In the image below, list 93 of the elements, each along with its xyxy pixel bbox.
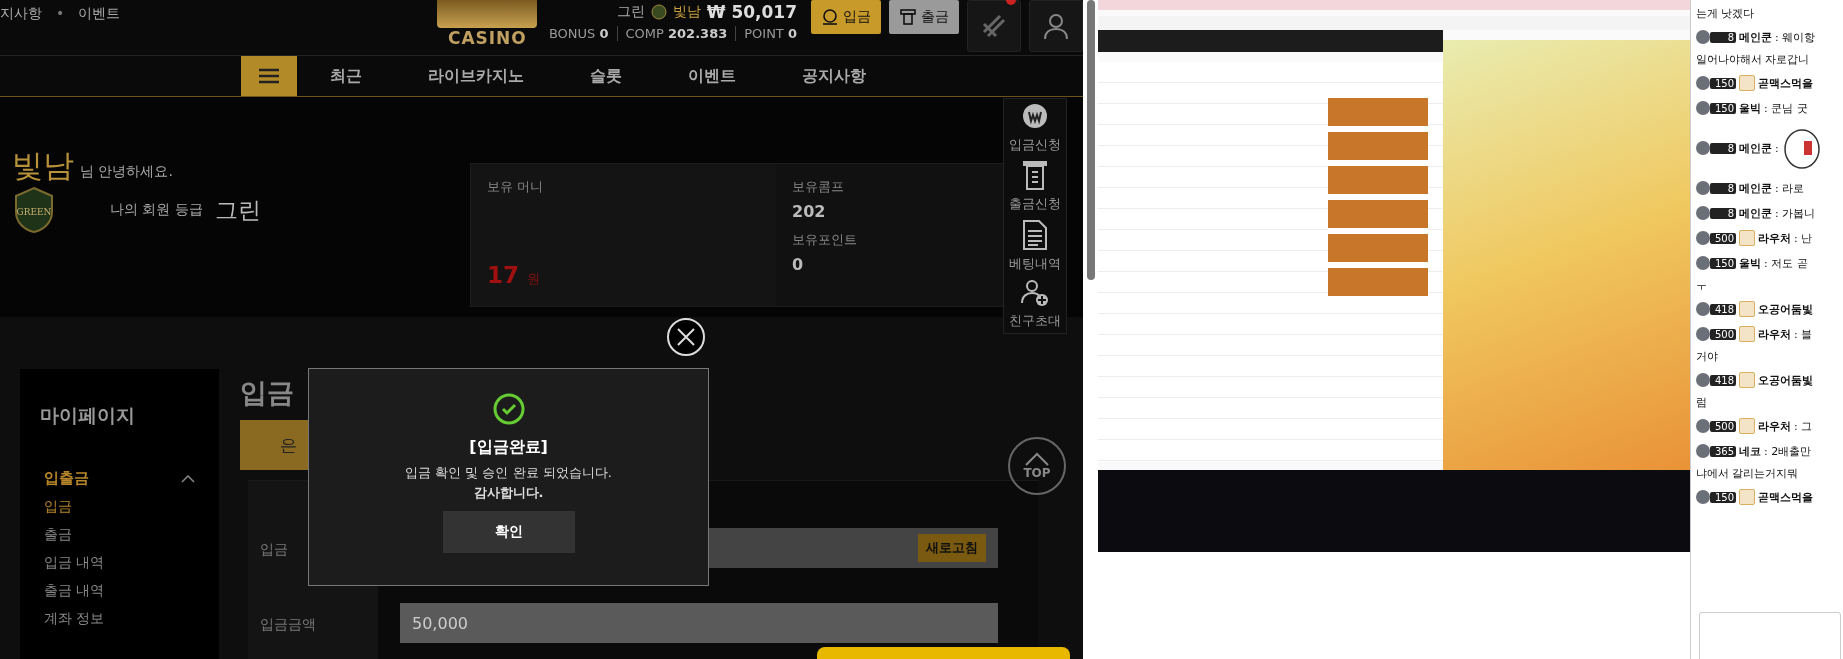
rank-number: 150 — [1710, 257, 1736, 269]
nav-link[interactable]: 이벤트 — [78, 5, 121, 23]
logo-caption: CASINO — [447, 28, 527, 48]
chat-message-text: 일어나야해서 자로갑니 — [1696, 52, 1811, 68]
chat-message-text: 냐에서 갈리는거지뭐 — [1696, 466, 1800, 482]
grade-label: 나의 회원 등급 — [110, 201, 203, 219]
chat-message-text: 거야 — [1696, 349, 1719, 365]
chat-message-text: : 라로 — [1775, 180, 1805, 196]
amount-field[interactable]: 50,000 — [400, 603, 998, 643]
comp-value: 202 — [792, 202, 827, 221]
chat-username[interactable]: 메인쿤 — [1739, 180, 1772, 196]
stat-text: COMP 202.383 — [625, 26, 728, 41]
nickname: 빛남 — [672, 3, 701, 21]
nav-link[interactable]: 지사항 — [0, 5, 42, 23]
rank-number: 8 — [1710, 31, 1736, 43]
chat-message-text: 는게 낫겠다 — [1696, 6, 1756, 22]
chat-username[interactable]: 메인쿤 — [1739, 205, 1772, 221]
grade-label: 그린 — [616, 3, 645, 21]
sidebar-title: 마이페이지 — [40, 403, 136, 428]
chat-username[interactable]: 오공어둠빛 — [1758, 301, 1813, 317]
withdraw-button[interactable]: 출금 — [889, 0, 959, 34]
quick-menu-item[interactable]: 입금신청 — [1009, 101, 1061, 154]
rank-number: 150 — [1710, 491, 1736, 503]
chat-username[interactable]: 울빅 — [1739, 100, 1761, 116]
bullet: • — [56, 5, 65, 23]
sidebar-item[interactable]: 출금 내역 — [44, 582, 105, 600]
chat-message-text: : 쿤님 굿 — [1764, 100, 1808, 116]
quick-menu-item[interactable]: 베팅내역 — [1009, 218, 1061, 273]
deposit-button[interactable]: 입금 — [811, 0, 881, 34]
rank-number: 8 — [1710, 142, 1736, 154]
field-label: 입금금액 — [260, 616, 316, 634]
chat-username[interactable]: 곧맥스먹을 — [1758, 489, 1813, 505]
dialog-title: [입금완료] — [469, 437, 548, 458]
money-label: 보유 머니 — [487, 179, 544, 194]
stat-text: BONUS 0 — [548, 26, 609, 41]
point-value: 0 — [792, 255, 805, 274]
quick-menu-item[interactable]: 출금신청 — [1009, 159, 1061, 214]
chat-message-text: : 웨이항 — [1775, 29, 1816, 45]
sidebar-item[interactable]: 계좌 정보 — [44, 610, 105, 628]
rank-number: 418 — [1710, 303, 1736, 315]
chat-username[interactable]: 라우처 — [1758, 230, 1791, 246]
balance-amount: ₩ 50,017 — [706, 2, 797, 22]
grade-value: 그린 — [214, 195, 261, 225]
page-title: 입금 — [240, 376, 294, 410]
stat-text: POINT 0 — [744, 26, 797, 41]
rank-number: 500 — [1710, 420, 1736, 432]
money-value: 17 — [487, 262, 519, 288]
chat-message-text: : 2배출만 — [1764, 443, 1812, 459]
chat-message-text: : 가봅니 — [1775, 205, 1816, 221]
sidebar-item[interactable]: 출금 — [44, 526, 72, 544]
chat-message-text: : 블 — [1794, 326, 1813, 342]
rank-number: 365 — [1710, 445, 1736, 457]
dialog-message: 감사합니다. — [473, 483, 544, 502]
chat-username[interactable]: 메인쿤 — [1739, 140, 1772, 156]
rank-number: 500 — [1710, 232, 1736, 244]
chat-username[interactable]: 오공어둠빛 — [1758, 372, 1813, 388]
rank-number: 8 — [1710, 182, 1736, 194]
chat-message-text: 럼 — [1696, 395, 1708, 411]
chat-username[interactable]: 메인쿤 — [1739, 29, 1772, 45]
comp-label: 보유콤프 — [792, 179, 844, 194]
nav-item[interactable]: 슬롯 — [557, 65, 655, 87]
nav-item[interactable]: 최근 — [297, 65, 395, 87]
sidebar-section[interactable]: 입출금 — [44, 469, 195, 488]
quick-menu-item[interactable]: 친구초대 — [1009, 278, 1061, 331]
field-label: 입금 — [260, 541, 288, 559]
chat-message-text: : 저도 곧 — [1764, 255, 1808, 271]
nav-item[interactable]: 이벤트 — [655, 65, 769, 87]
rank-number: 418 — [1710, 374, 1736, 386]
chat-username[interactable]: 라우처 — [1758, 326, 1791, 342]
chat-message-text: ㅜ — [1696, 278, 1708, 294]
rank-number: 8 — [1710, 207, 1736, 219]
sidebar-item[interactable]: 입금 — [44, 498, 72, 516]
chat-username[interactable]: 네코 — [1739, 443, 1761, 459]
rank-number: 150 — [1710, 77, 1736, 89]
chat-message-text: : 그 — [1794, 418, 1813, 434]
nav-item[interactable]: 공지사항 — [769, 65, 899, 87]
chat-message-text: : 난 — [1794, 230, 1813, 246]
confirm-button[interactable]: 확인 — [442, 511, 575, 554]
nav-item[interactable]: 라이브카지노 — [395, 65, 557, 87]
point-label: 보유포인트 — [792, 232, 857, 247]
chat-username[interactable]: 울빅 — [1739, 255, 1761, 271]
scroll-top-button[interactable]: TOP — [1008, 437, 1066, 495]
chat-message-text: : — [1775, 141, 1779, 155]
sidebar-item[interactable]: 입금 내역 — [44, 554, 105, 572]
rank-number: 500 — [1710, 328, 1736, 340]
rank-number: 150 — [1710, 102, 1736, 114]
dialog-message: 입금 확인 및 승인 완료 되었습니다. — [405, 464, 612, 482]
chat-username[interactable]: 곧맥스먹을 — [1758, 75, 1813, 91]
chat-username[interactable]: 라우처 — [1758, 418, 1791, 434]
money-unit: 원 — [527, 270, 540, 288]
grade-badge-icon: GREEN — [12, 186, 56, 234]
greeting-text: 님 안녕하세요. — [80, 163, 173, 181]
user-nickname: 빛남 — [12, 146, 74, 185]
